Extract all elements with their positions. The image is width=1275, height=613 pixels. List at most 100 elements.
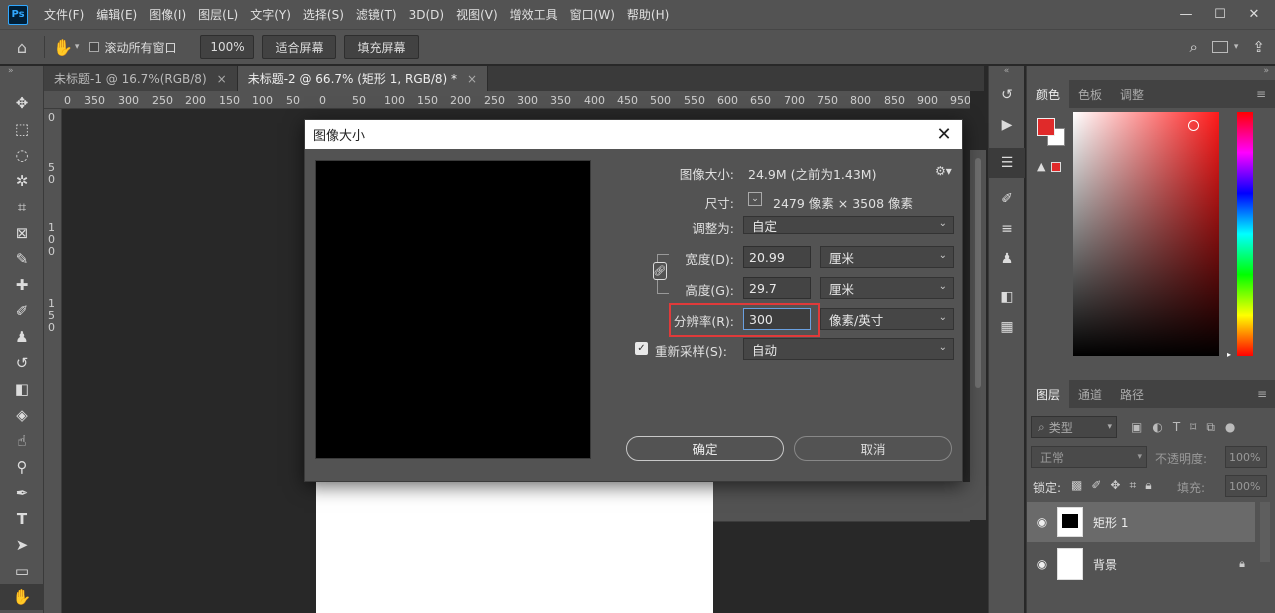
- resolution-unit-select[interactable]: 像素/英寸 ⌄: [820, 308, 954, 330]
- layer-kind-filter[interactable]: ⌕ 类型 ▾: [1031, 416, 1117, 438]
- dimensions-dropdown-icon[interactable]: ⌄: [748, 192, 762, 206]
- lock-all-icon[interactable]: 🔒︎: [1145, 478, 1151, 493]
- history-icon[interactable]: ↺: [989, 80, 1025, 110]
- tab-paths[interactable]: 路径: [1111, 380, 1153, 408]
- hand-tool-icon[interactable]: ✋: [0, 584, 44, 610]
- gamut-warning-icon[interactable]: ▲: [1037, 160, 1045, 173]
- home-icon[interactable]: ⌂: [0, 30, 44, 64]
- panel-menu-icon[interactable]: ≡: [1248, 380, 1275, 408]
- eraser-tool-icon[interactable]: ◧: [0, 376, 44, 402]
- color-field[interactable]: [1073, 112, 1219, 356]
- pixel-filter-icon[interactable]: ▣: [1131, 420, 1142, 435]
- move-tool-icon[interactable]: ✥: [0, 90, 44, 116]
- menu-type[interactable]: 文字(Y): [244, 6, 297, 23]
- foreground-color-swatch[interactable]: [1037, 118, 1055, 136]
- image-preview[interactable]: [315, 160, 591, 459]
- actions-play-icon[interactable]: ▶: [989, 110, 1025, 140]
- brush-settings-icon[interactable]: ✐: [989, 184, 1025, 214]
- blend-mode-select[interactable]: 正常 ▾: [1031, 446, 1147, 468]
- fill-field[interactable]: 100%: [1225, 475, 1267, 497]
- collapse-toolbar-icon[interactable]: »: [0, 66, 43, 76]
- visibility-eye-icon[interactable]: ◉: [1027, 557, 1057, 571]
- visibility-eye-icon[interactable]: ◉: [1027, 515, 1057, 529]
- lasso-tool-icon[interactable]: ◌: [0, 142, 44, 168]
- hue-slider[interactable]: [1237, 112, 1253, 356]
- layer-row[interactable]: ◉ 背景 🔒︎: [1027, 544, 1255, 584]
- shape-filter-icon[interactable]: ⌑: [1190, 420, 1196, 435]
- clone-source-icon[interactable]: ♟: [989, 244, 1025, 274]
- menu-help[interactable]: 帮助(H): [621, 6, 675, 23]
- menu-layer[interactable]: 图层(L): [192, 6, 244, 23]
- width-field[interactable]: 20.99: [743, 246, 811, 268]
- close-icon[interactable]: ✕: [934, 124, 954, 145]
- gradients-icon[interactable]: ◧: [989, 282, 1025, 312]
- collapse-strip-icon[interactable]: «: [989, 66, 1024, 80]
- collapse-panels-icon[interactable]: »: [1027, 66, 1275, 80]
- rectangle-tool-icon[interactable]: ▭: [0, 558, 44, 584]
- frame-tool-icon[interactable]: ⊠: [0, 220, 44, 246]
- scroll-all-checkbox[interactable]: [89, 42, 100, 52]
- lock-position-icon[interactable]: ✥: [1110, 478, 1120, 493]
- adjustment-filter-icon[interactable]: ◐: [1152, 420, 1162, 435]
- layers-scrollbar[interactable]: [1260, 502, 1270, 562]
- search-icon[interactable]: ⌕: [1189, 38, 1197, 56]
- menu-file[interactable]: 文件(F): [38, 6, 90, 23]
- pen-tool-icon[interactable]: ✒: [0, 480, 44, 506]
- eyedropper-tool-icon[interactable]: ✎: [0, 246, 44, 272]
- maximize-icon[interactable]: ☐: [1207, 5, 1233, 25]
- minimize-icon[interactable]: —: [1173, 5, 1199, 25]
- hue-slider-handle-icon[interactable]: ▸: [1227, 350, 1231, 359]
- share-icon[interactable]: ⇪: [1252, 38, 1265, 56]
- canvas-scrollbar[interactable]: [970, 150, 986, 520]
- lock-transparent-icon[interactable]: ▩: [1071, 478, 1082, 493]
- fit-screen-button[interactable]: 适合屏幕: [262, 35, 337, 59]
- chevron-down-icon[interactable]: ▾: [75, 42, 80, 52]
- menu-plugins[interactable]: 增效工具: [504, 6, 564, 23]
- brush-tool-icon[interactable]: ✐: [0, 298, 44, 324]
- menu-filter[interactable]: 滤镜(T): [350, 6, 403, 23]
- cancel-button[interactable]: 取消: [794, 436, 952, 461]
- lock-pixels-icon[interactable]: ✐: [1091, 478, 1101, 493]
- resample-select[interactable]: 自动 ⌄: [743, 338, 954, 360]
- scrollbar-thumb[interactable]: [975, 158, 981, 388]
- brushes-icon[interactable]: ≡: [989, 214, 1025, 244]
- smart-object-filter-icon[interactable]: ⧉: [1206, 420, 1215, 435]
- menu-image[interactable]: 图像(I): [143, 6, 192, 23]
- ok-button[interactable]: 确定: [626, 436, 784, 461]
- tab-color[interactable]: 颜色: [1027, 80, 1070, 108]
- fit-to-select[interactable]: 自定 ⌄: [743, 216, 954, 234]
- menu-view[interactable]: 视图(V): [450, 6, 504, 23]
- menu-3d[interactable]: 3D(D): [403, 8, 450, 22]
- constrain-proportions-link-icon[interactable]: 🔗︎: [653, 262, 667, 280]
- tab-adjustments[interactable]: 调整: [1111, 80, 1153, 108]
- panel-menu-icon[interactable]: ≡: [1247, 80, 1275, 108]
- height-field[interactable]: 29.7: [743, 277, 811, 299]
- paint-bucket-tool-icon[interactable]: ◈: [0, 402, 44, 428]
- tab-document-1[interactable]: 未标题-1 @ 16.7%(RGB/8) ×: [44, 66, 238, 91]
- menu-window[interactable]: 窗口(W): [564, 6, 621, 23]
- filter-toggle-icon[interactable]: ●: [1225, 420, 1235, 435]
- type-filter-icon[interactable]: T: [1173, 420, 1180, 435]
- gamut-swatch[interactable]: [1051, 162, 1061, 172]
- marquee-tool-icon[interactable]: ⬚: [0, 116, 44, 142]
- properties-icon[interactable]: ☰: [989, 148, 1025, 178]
- patterns-icon[interactable]: ▦: [989, 312, 1025, 342]
- type-tool-icon[interactable]: T: [0, 506, 44, 532]
- dodge-tool-icon[interactable]: ⚲: [0, 454, 44, 480]
- tab-layers[interactable]: 图层: [1027, 380, 1070, 408]
- document-canvas[interactable]: [316, 482, 713, 613]
- close-icon[interactable]: ×: [467, 72, 477, 86]
- lock-artboard-icon[interactable]: ⌗: [1129, 478, 1136, 493]
- tab-channels[interactable]: 通道: [1069, 380, 1111, 408]
- menu-edit[interactable]: 编辑(E): [90, 6, 143, 23]
- crop-tool-icon[interactable]: ⌗: [0, 194, 44, 220]
- close-icon[interactable]: ×: [217, 72, 227, 86]
- stamp-tool-icon[interactable]: ♟: [0, 324, 44, 350]
- smudge-tool-icon[interactable]: ☝: [0, 428, 44, 454]
- color-picker-cursor[interactable]: [1188, 120, 1199, 131]
- history-brush-tool-icon[interactable]: ↺: [0, 350, 44, 376]
- workspace-chevron-icon[interactable]: ▾: [1234, 42, 1239, 52]
- layer-row[interactable]: ◉ 矩形 1: [1027, 502, 1255, 542]
- resolution-field[interactable]: 300: [743, 308, 811, 330]
- close-window-icon[interactable]: ✕: [1241, 5, 1267, 25]
